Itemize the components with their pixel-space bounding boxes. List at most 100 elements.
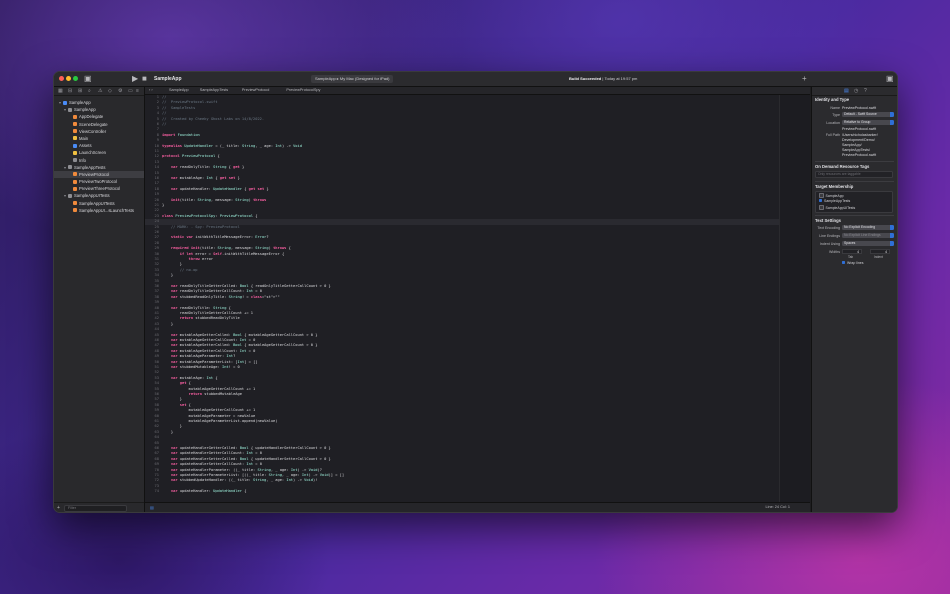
- jump-bar-segment[interactable]: PreviewProtocolSpy: [286, 87, 320, 94]
- code-line[interactable]: // no-op: [162, 268, 198, 272]
- close-window-button[interactable]: [59, 76, 64, 81]
- code-line[interactable]: var readOnlyTitleGetterCalled: Bool { re…: [162, 284, 331, 288]
- find-icon[interactable]: ⌕: [88, 87, 91, 95]
- jump-bar-segment[interactable]: SampleAppTests: [200, 87, 229, 94]
- code-line[interactable]: var readOnlyTitleGetterCallCount: Int = …: [162, 289, 262, 293]
- target-membership-item[interactable]: SampleAppUITests: [819, 205, 855, 210]
- stop-icon[interactable]: ■: [142, 73, 147, 85]
- breakpoint-icon[interactable]: ▭: [128, 87, 133, 95]
- code-line[interactable]: return stubbedMutableAge: [162, 392, 242, 396]
- report-icon[interactable]: ≡: [136, 87, 139, 95]
- history-icon[interactable]: ◷: [854, 87, 858, 95]
- code-line[interactable]: // PreviewProtocol.swift: [162, 100, 218, 104]
- code-line[interactable]: }: [162, 322, 173, 326]
- file-tree-item[interactable]: PreviewProtocol: [54, 170, 144, 179]
- code-line[interactable]: var updateHandlerParameter: ((_ title: S…: [162, 468, 322, 472]
- jump-bar-segment[interactable]: SampleApp: [169, 87, 189, 94]
- file-tree-item[interactable]: PreviewThreeProtocol: [54, 185, 144, 192]
- code-line[interactable]: mutableAgeSetterCallCount += 1: [162, 408, 256, 412]
- debug-area-icon[interactable]: ▤: [150, 503, 154, 512]
- code-line[interactable]: //: [162, 122, 166, 126]
- file-tree-item[interactable]: Assets: [54, 142, 144, 149]
- code-line[interactable]: var updateHandler: UpdateHandler {: [162, 489, 247, 493]
- issue-icon[interactable]: ⚠: [98, 87, 102, 95]
- code-line[interactable]: var mutableAge: Int { get set }: [162, 176, 240, 180]
- test-icon[interactable]: ◇: [108, 87, 112, 95]
- code-line[interactable]: var readOnlyTitle: String {: [162, 306, 231, 310]
- sidebar-toggle-icon[interactable]: ▣: [84, 73, 92, 85]
- encoding-popup[interactable]: No Explicit Encoding: [842, 225, 894, 230]
- code-line[interactable]: mutableAgeParameter = newValue: [162, 414, 256, 418]
- debug-icon[interactable]: ⚙: [118, 87, 122, 95]
- code-line[interactable]: typealias UpdateHandler = (_ title: Stri…: [162, 144, 302, 148]
- wrap-lines-checkbox[interactable]: Wrap lines: [842, 261, 863, 265]
- file-tree-item[interactable]: ▾ SampleApp: [54, 106, 144, 113]
- code-line[interactable]: // MARK: - Spy: PreviewProtocol: [162, 225, 240, 229]
- help-icon[interactable]: ?: [864, 87, 867, 95]
- folder-icon[interactable]: ▦: [58, 87, 63, 95]
- code-line[interactable]: var mutableAgeParameter: Int?: [162, 354, 235, 358]
- code-line[interactable]: var updateHandlerSetterCalled: Bool { up…: [162, 457, 331, 461]
- code-line[interactable]: var stubbedUpdateHandler: ((_ title: Str…: [162, 478, 318, 482]
- code-line[interactable]: //: [162, 95, 166, 99]
- file-tree-item[interactable]: SampleAppUITests: [54, 200, 144, 207]
- code-area[interactable]: 1//2// PreviewProtocol.swift 3// SampleTe…: [145, 95, 810, 503]
- code-line[interactable]: var readOnlyTitle: String { get }: [162, 165, 244, 169]
- code-line[interactable]: // Created by Cheeky Ghost Labs on 14/8/…: [162, 117, 264, 121]
- code-line[interactable]: }: [162, 424, 182, 428]
- code-line[interactable]: }: [162, 397, 182, 401]
- checkbox-icon[interactable]: [819, 193, 824, 198]
- code-line[interactable]: var mutableAgeParameterList: [Int] = []: [162, 360, 258, 364]
- code-line[interactable]: init(title: String, message: String) thr…: [162, 198, 267, 202]
- code-line[interactable]: }: [162, 273, 173, 277]
- add-icon[interactable]: +: [802, 73, 807, 85]
- code-line[interactable]: var updateHandler: UpdateHandler { get s…: [162, 187, 269, 191]
- code-line[interactable]: var updateHandlerSetterCallCount: Int = …: [162, 462, 262, 466]
- tab-width-field[interactable]: 4: [842, 249, 862, 254]
- code-line[interactable]: mutableAgeGetterCallCount += 1: [162, 387, 256, 391]
- code-line[interactable]: var mutableAge: Int {: [162, 376, 218, 380]
- file-tree-item[interactable]: Main: [54, 135, 144, 142]
- file-tree-item[interactable]: LaunchScreen: [54, 149, 144, 156]
- code-line[interactable]: var updateHandlerParameterList: [((_ tit…: [162, 473, 344, 477]
- code-line[interactable]: throw error: [162, 257, 213, 261]
- location-popup[interactable]: Relative to Group: [842, 120, 894, 125]
- code-line[interactable]: static var initWithTitleMessageError: Er…: [162, 235, 269, 239]
- file-tree-item[interactable]: Info: [54, 157, 144, 164]
- code-line[interactable]: set {: [162, 403, 191, 407]
- code-line[interactable]: required init(title: String, message: St…: [162, 246, 291, 250]
- code-line[interactable]: return stubbedReadOnlyTitle: [162, 316, 240, 320]
- code-line[interactable]: }: [162, 262, 182, 266]
- minimap[interactable]: [779, 95, 810, 503]
- target-membership-item[interactable]: SampleApp: [819, 193, 844, 198]
- code-line[interactable]: var mutableAgeSetterCallCount: Int = 0: [162, 349, 255, 353]
- name-value[interactable]: PreviewProtocol.swift: [842, 106, 876, 110]
- code-line[interactable]: mutableAgeParameterList.append(newValue): [162, 419, 278, 423]
- zoom-window-button[interactable]: [73, 76, 78, 81]
- indent-width-field[interactable]: 4: [870, 249, 890, 254]
- code-line[interactable]: import Foundation: [162, 133, 200, 137]
- type-popup[interactable]: Default - Swift Source: [842, 112, 894, 117]
- line-endings-popup[interactable]: No Explicit Line Endings: [842, 233, 894, 238]
- code-line[interactable]: var mutableAgeGetterCallCount: Int = 0: [162, 338, 255, 342]
- code-line[interactable]: var stubbedReadOnlyTitle: String! = clas…: [162, 295, 280, 299]
- minimize-window-button[interactable]: [66, 76, 71, 81]
- code-line[interactable]: var mutableAgeSetterCalled: Bool { mutab…: [162, 343, 318, 347]
- file-inspector-icon[interactable]: ▤: [844, 87, 849, 95]
- code-line[interactable]: get {: [162, 381, 191, 385]
- file-tree-item[interactable]: ▾ SampleAppUITests: [54, 192, 144, 199]
- odr-tags-field[interactable]: Only resources are taggable: [815, 171, 893, 178]
- indent-popup[interactable]: Spaces: [842, 241, 894, 246]
- file-tree-item[interactable]: ▾ SampleApp: [54, 99, 144, 106]
- code-line[interactable]: if let error = Self.initWithTitleMessage…: [162, 252, 284, 256]
- symbol-icon[interactable]: ⊞: [78, 87, 82, 95]
- code-line[interactable]: var updateHandlerGetterCalled: Bool { up…: [162, 446, 331, 450]
- back-forward-icon[interactable]: ‹ ›: [149, 87, 153, 94]
- code-line[interactable]: //: [162, 111, 166, 115]
- code-line[interactable]: readOnlyTitleGetterCallCount += 1: [162, 311, 253, 315]
- code-line[interactable]: var stubbedMutableAge: Int! = 0: [162, 365, 240, 369]
- file-tree-item[interactable]: SceneDelegate: [54, 121, 144, 128]
- code-line[interactable]: class PreviewProtocolSpy: PreviewProtoco…: [162, 214, 258, 218]
- filter-input[interactable]: Filter: [64, 504, 127, 512]
- file-tree-item[interactable]: ViewController: [54, 128, 144, 135]
